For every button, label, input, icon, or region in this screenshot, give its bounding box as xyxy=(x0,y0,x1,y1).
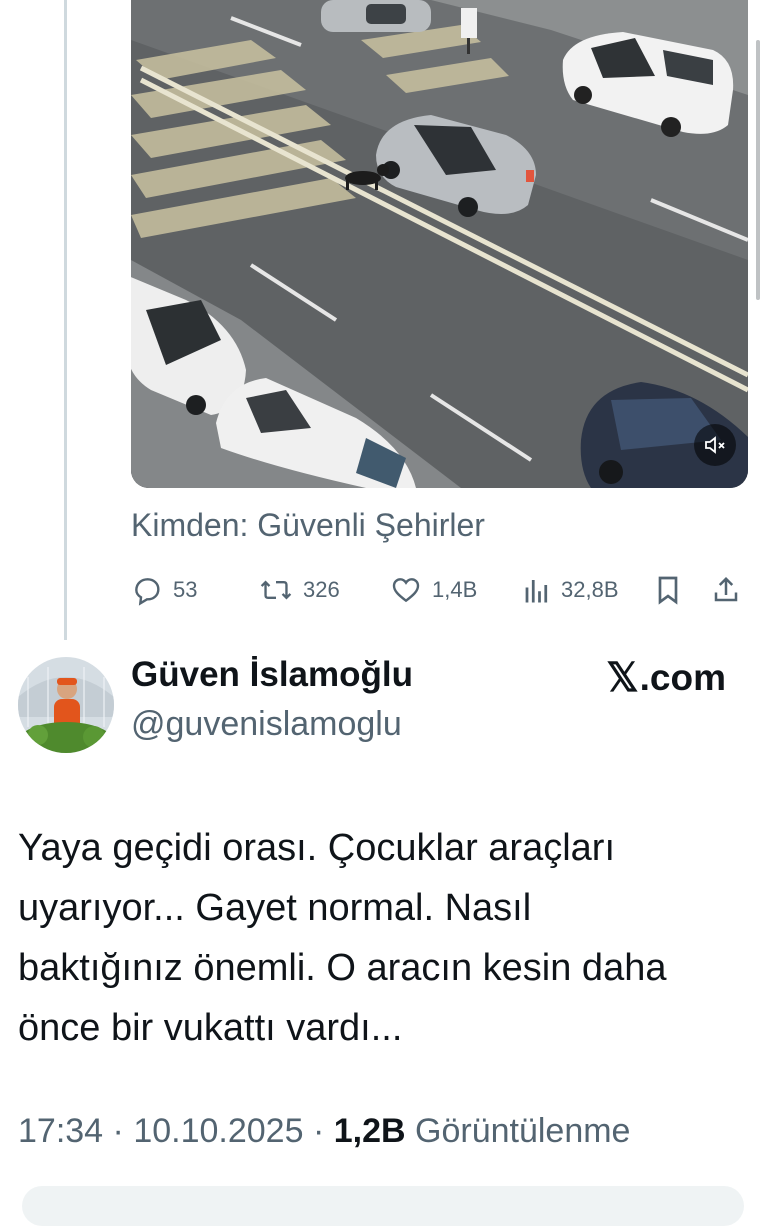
tweet-text-line: önce bir vukattı vardı... xyxy=(18,1007,403,1049)
tweet-text: Yaya geçidi orası. Çocuklar araçları uya… xyxy=(18,818,748,1058)
volume-muted-icon xyxy=(705,436,725,454)
heart-icon xyxy=(392,578,420,603)
like-button[interactable]: 1,4B xyxy=(390,568,477,612)
avatar-image xyxy=(18,657,114,753)
repost-button[interactable]: 326 xyxy=(259,568,340,612)
tweet-metadata: 17:34 · 10.10.2025 · 1,2B Görüntülenme xyxy=(18,1112,630,1151)
avatar[interactable] xyxy=(18,657,114,753)
tweet-time[interactable]: 17:34 xyxy=(18,1112,103,1150)
scrollbar[interactable] xyxy=(756,40,760,300)
tweet-source-label[interactable]: Kimden: Güvenli Şehirler xyxy=(131,507,485,544)
bookmark-button[interactable] xyxy=(654,568,682,612)
views-count: 32,8B xyxy=(561,577,619,602)
reply-composer-pill[interactable] xyxy=(22,1186,744,1226)
video-frame xyxy=(131,0,748,488)
meta-separator: · xyxy=(112,1112,134,1150)
thread-connector-line xyxy=(64,0,67,640)
tweet-date[interactable]: 10.10.2025 xyxy=(133,1112,303,1150)
tweet-text-line: Yaya geçidi orası. Çocuklar araçları xyxy=(18,827,615,869)
tweet-text-line: uyarıyor... Gayet normal. Nasıl xyxy=(18,887,532,929)
x-com-label: .com xyxy=(639,657,726,698)
bookmark-icon xyxy=(658,576,678,605)
like-count: 1,4B xyxy=(432,577,478,602)
x-com-logo: 𝕏 .com xyxy=(606,655,726,701)
reply-button[interactable]: 53 xyxy=(131,568,197,612)
tweet-text-line: baktığınız önemli. O aracın kesin daha xyxy=(18,947,667,989)
share-icon xyxy=(714,576,738,602)
meta-separator: · xyxy=(312,1112,334,1150)
x-logo-icon: 𝕏 xyxy=(606,656,639,700)
reply-count: 53 xyxy=(173,577,198,602)
share-button[interactable] xyxy=(711,568,741,612)
repost-count: 326 xyxy=(303,577,340,602)
mute-button[interactable] xyxy=(694,424,736,466)
author-name[interactable]: Güven İslamoğlu xyxy=(131,655,413,695)
embedded-video[interactable] xyxy=(131,0,748,488)
reply-icon xyxy=(135,578,160,606)
views-button[interactable]: 32,8B xyxy=(523,568,619,612)
tweet-view-count: 1,2B xyxy=(333,1112,406,1150)
tweet-view-label: Görüntülenme xyxy=(415,1112,631,1150)
author-handle[interactable]: @guvenislamoglu xyxy=(131,705,402,744)
repost-icon xyxy=(260,580,292,600)
tweet-action-bar: 53 326 1,4B 32,8B xyxy=(131,568,748,612)
analytics-icon xyxy=(525,580,548,603)
